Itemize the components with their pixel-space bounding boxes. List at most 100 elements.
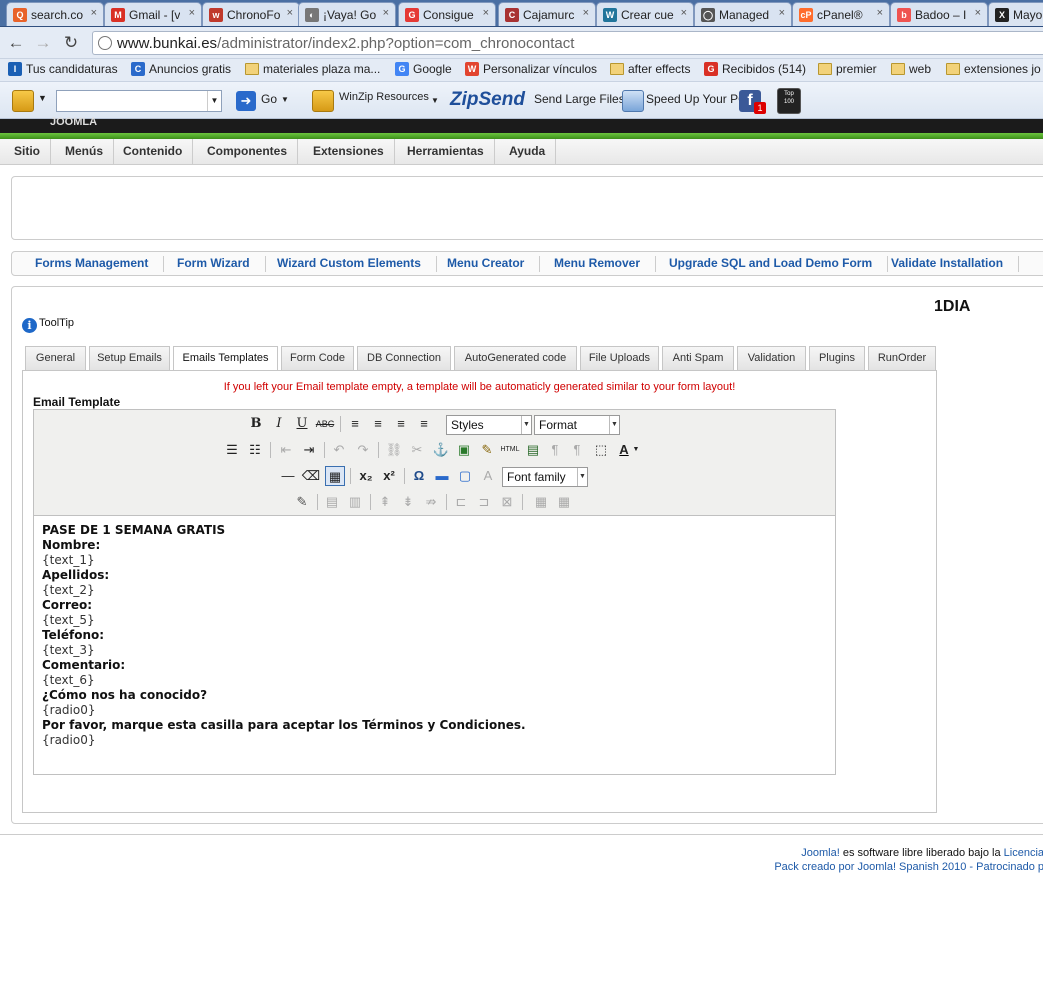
insert-row-after-icon[interactable]: ⇟ [398,492,418,512]
merge-cells-icon[interactable]: ▦ [554,492,574,512]
forward-arrow-icon[interactable]: → [33,33,53,53]
bookmark-item[interactable]: web [891,62,931,76]
table-row-props-icon[interactable]: ▤ [322,492,342,512]
chevron-down-icon[interactable]: ▼ [631,440,641,460]
bookmark-item[interactable]: G Recibidos (514) [704,62,806,76]
underline-icon[interactable]: U [292,414,312,434]
anchor-icon[interactable]: ⚓ [431,440,451,460]
submenu-link[interactable]: Upgrade SQL and Load Demo Form [669,256,889,272]
menu-item[interactable]: Componentes [197,139,299,165]
delete-col-icon[interactable]: ⊠ [497,492,517,512]
submenu-link[interactable]: Menu Remover [554,256,657,272]
table-cell-props-icon[interactable]: ▥ [345,492,365,512]
browser-tab[interactable]: b Badoo – I × [890,2,988,26]
browser-tab[interactable]: M Gmail - [v × [104,2,202,26]
chevron-down-icon[interactable]: ▼ [431,96,439,105]
address-bar[interactable]: www.bunkai.es/administrator/index2.php?o… [92,31,1043,55]
media-icon[interactable]: ▤ [523,440,543,460]
bookmark-item[interactable]: G Google [395,62,452,76]
form-tab[interactable]: Plugins [809,346,865,370]
browser-tab[interactable]: Qsearch.co × [6,2,104,26]
close-tab-icon[interactable]: × [877,7,883,19]
bookmark-item[interactable]: extensiones jo [946,62,1041,76]
dropdown-arrow-icon[interactable]: ▼ [38,93,47,103]
font-family-select[interactable]: Font family ▼ [502,467,588,487]
styles-select[interactable]: Styles ▼ [446,415,532,435]
submenu-link[interactable]: Forms Management [35,256,165,272]
menu-item[interactable]: Ayuda [499,139,557,165]
superscript-icon[interactable]: x² [379,466,399,486]
special-char-icon[interactable]: Ω [409,466,429,486]
insert-col-after-icon[interactable]: ⊐ [474,492,494,512]
insert-col-before-icon[interactable]: ⊏ [451,492,471,512]
menu-item[interactable]: Herramientas [397,139,495,165]
table-icon[interactable]: ▦ [325,466,345,486]
browser-tab[interactable]: w ChronoFo × [202,2,300,26]
browser-tab[interactable]: ◯ Managed × [694,2,792,26]
top100-icon[interactable]: Top 100 [777,88,801,114]
form-tab[interactable]: General [25,346,86,370]
bookmark-item[interactable]: C Anuncios gratis [131,62,231,76]
close-tab-icon[interactable]: × [975,7,981,19]
zipsend-logo[interactable]: ZipSend [450,89,525,111]
align-center-icon[interactable]: ≡ [368,414,388,434]
bookmark-item[interactable]: after effects [610,62,690,76]
close-tab-icon[interactable]: × [583,7,589,19]
chevron-down-icon[interactable]: ▼ [281,95,289,104]
submenu-link[interactable]: Wizard Custom Elements [277,256,437,272]
footer-credits[interactable]: Pack creado por Joomla! Spanish 2010 - P… [774,861,1043,873]
insert-layer-icon[interactable]: ▬ [432,466,452,486]
menu-item[interactable]: Contenido [113,139,194,165]
browser-tab[interactable]: cP cPanel® × [792,2,890,26]
winzip-resources-button[interactable]: WinZip Resources [339,91,429,103]
html-source-icon[interactable]: HTML [500,440,520,460]
outdent-icon[interactable]: ⇤ [276,440,296,460]
send-large-files-button[interactable]: Send Large Files [534,92,625,106]
rtl-icon[interactable]: ¶ [567,440,587,460]
unlink-icon[interactable]: ✂ [407,440,427,460]
chevron-down-icon[interactable]: ▼ [207,91,221,111]
browser-tab[interactable]: W Crear cue × [596,2,694,26]
browser-tab[interactable]: XMayo× [988,2,1043,26]
delete-row-icon[interactable]: ⇏ [421,492,441,512]
browser-tab[interactable]: ◐ ¡Vaya! Go × [298,2,396,26]
split-cells-icon[interactable]: ▦ [531,492,551,512]
link-icon[interactable]: ⛓ [384,440,404,460]
align-right-icon[interactable]: ≡ [391,414,411,434]
eraser-icon[interactable]: ⌫ [301,466,321,486]
strikethrough-icon[interactable]: ABC [315,414,335,434]
subscript-icon[interactable]: x₂ [356,466,376,486]
style-props-icon[interactable]: A [478,466,498,486]
go-button[interactable]: Go [261,92,277,106]
form-tab[interactable]: RunOrder [868,346,936,370]
menu-item[interactable]: Menús [55,139,115,165]
close-tab-icon[interactable]: × [483,7,489,19]
submenu-link[interactable]: Validate Installation [891,256,1020,272]
back-arrow-icon[interactable]: ← [6,33,26,53]
bullet-list-icon[interactable]: ☰ [222,440,242,460]
form-tab[interactable]: AutoGenerated code [454,346,577,370]
insert-frame-icon[interactable]: ▢ [455,466,475,486]
edit-css-icon[interactable]: ✎ [292,492,312,512]
form-tab[interactable]: Emails Templates [173,346,278,371]
redo-icon[interactable]: ↷ [353,440,373,460]
close-tab-icon[interactable]: × [287,7,293,19]
menu-item[interactable]: Extensiones [303,139,395,165]
form-tab[interactable]: Setup Emails [89,346,170,370]
submenu-link[interactable]: Form Wizard [177,256,266,272]
insert-row-before-icon[interactable]: ⇞ [375,492,395,512]
image-icon[interactable]: ▣ [454,440,474,460]
license-link[interactable]: Licencia [1004,847,1043,859]
close-tab-icon[interactable]: × [779,7,785,19]
align-left-icon[interactable]: ≡ [345,414,365,434]
winzip-logo-icon[interactable] [12,90,34,112]
bold-icon[interactable]: B [246,414,266,434]
align-justify-icon[interactable]: ≡ [414,414,434,434]
close-tab-icon[interactable]: × [383,7,389,19]
indent-icon[interactable]: ⇥ [299,440,319,460]
form-tab[interactable]: File Uploads [580,346,659,370]
cleanup-icon[interactable]: ✎ [477,440,497,460]
undo-icon[interactable]: ↶ [329,440,349,460]
reload-icon[interactable]: ↻ [61,33,81,53]
editor-content-area[interactable]: PASE DE 1 SEMANA GRATIS Nombre: {text_1} Ap… [42,523,822,748]
